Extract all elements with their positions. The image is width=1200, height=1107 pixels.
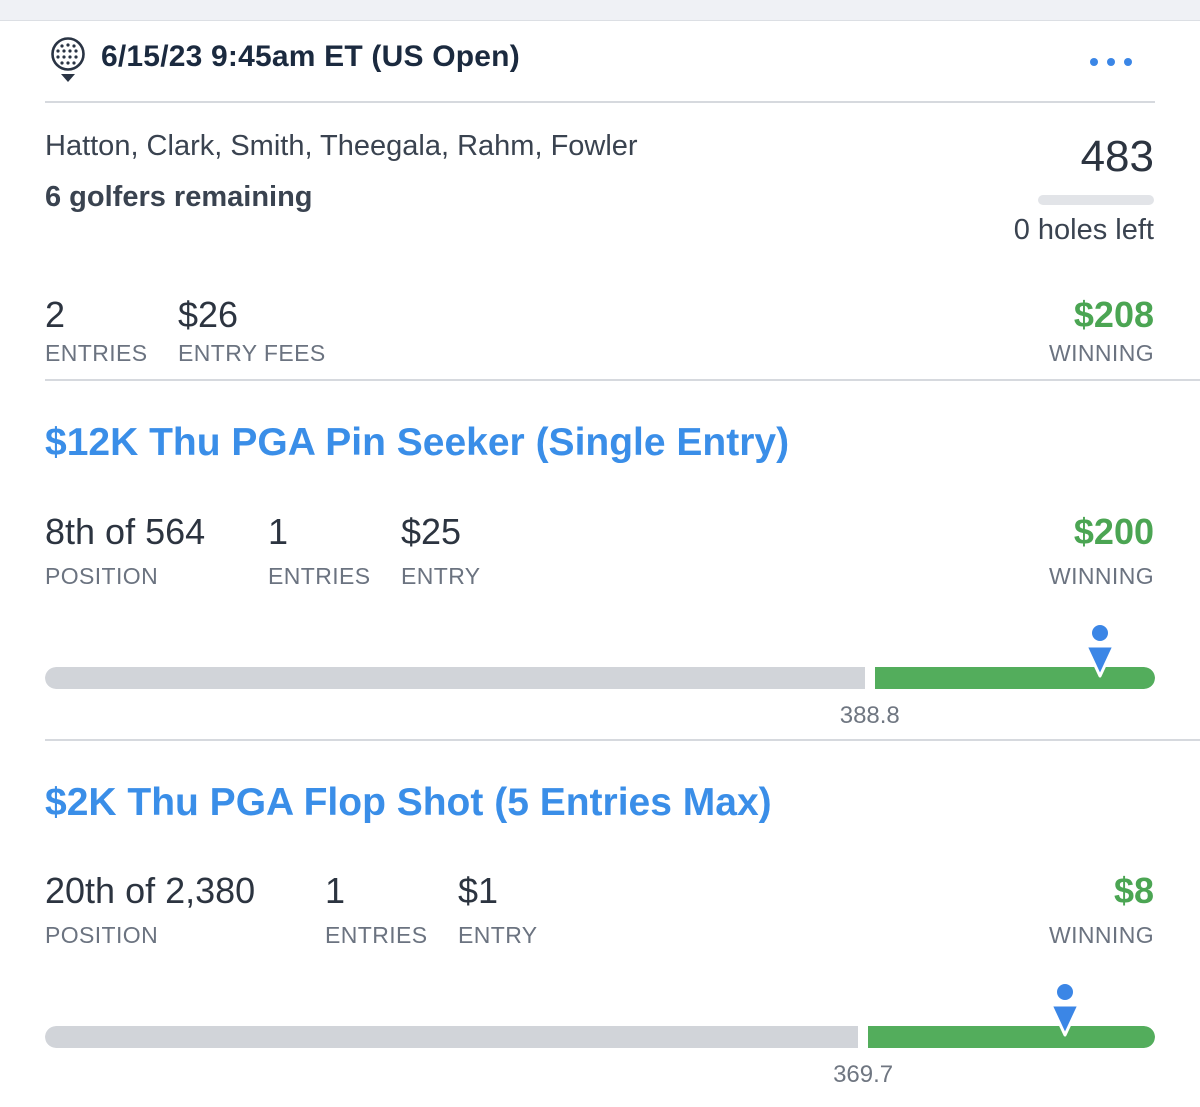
header-divider	[45, 101, 1155, 103]
summary-entries-value: 2	[45, 294, 66, 335]
contest-winning-value: $200	[1073, 511, 1154, 552]
holes-left: 0 holes left	[1013, 214, 1154, 246]
dot	[1107, 58, 1115, 66]
dot	[1090, 58, 1098, 66]
golf-ball-tee-icon	[48, 36, 88, 84]
contest-entry-fee-value: $1	[458, 870, 499, 911]
user-position-marker-icon	[1082, 624, 1118, 680]
summary-winning-label: WINNING	[1048, 340, 1154, 366]
user-position-marker-icon	[1047, 983, 1083, 1039]
contest-entries-value: 1	[268, 511, 289, 552]
cash-line-score: 369.7	[833, 1061, 894, 1088]
contest-entry-fee-value: $25	[401, 511, 462, 552]
summary-fees-label: ENTRY FEES	[178, 340, 326, 366]
dot	[1124, 58, 1132, 66]
contest-entries-value: 1	[325, 870, 346, 911]
contest-divider	[45, 739, 1200, 741]
payout-line-bar	[45, 1026, 1155, 1048]
contest-position-label: POSITION	[45, 563, 159, 589]
summary-divider	[45, 379, 1200, 381]
contest-entries-label: ENTRIES	[325, 922, 428, 948]
contest-winning-label: WINNING	[1048, 922, 1154, 948]
payout-bar-out-of-money	[45, 667, 865, 689]
contest-winning-value: $8	[1113, 870, 1154, 911]
contest-entry-fee-label: ENTRY	[401, 563, 481, 589]
contest-title-link[interactable]: $12K Thu PGA Pin Seeker (Single Entry)	[45, 421, 789, 465]
payout-bar-out-of-money	[45, 1026, 859, 1048]
summary-entries-label: ENTRIES	[45, 340, 148, 366]
payout-bar-in-the-money	[868, 1026, 1155, 1048]
contest-position-label: POSITION	[45, 922, 159, 948]
contest-title-link[interactable]: $2K Thu PGA Flop Shot (5 Entries Max)	[45, 781, 772, 825]
summary-winning-value: $208	[1073, 294, 1154, 335]
contest-position-value: 20th of 2,380	[45, 870, 256, 911]
golfer-list: Hatton, Clark, Smith, Theegala, Rahm, Fo…	[45, 130, 638, 162]
more-dots-icon[interactable]	[1090, 52, 1150, 72]
contest-entry-fee-label: ENTRY	[458, 922, 538, 948]
summary-fees-value: $26	[178, 294, 239, 335]
golfers-remaining: 6 golfers remaining	[45, 181, 313, 213]
contest-winning-label: WINNING	[1048, 563, 1154, 589]
holes-progress-bar	[1038, 195, 1154, 205]
lineup-score: 483	[1080, 132, 1154, 181]
contest-position-value: 8th of 564	[45, 511, 206, 552]
contest-group-title: 6/15/23 9:45am ET (US Open)	[101, 40, 520, 73]
top-divider	[0, 20, 1200, 21]
contest-entries-label: ENTRIES	[268, 563, 371, 589]
cash-line-score: 388.8	[839, 702, 900, 729]
top-status-band	[0, 0, 1200, 20]
payout-line-bar	[45, 667, 1155, 689]
